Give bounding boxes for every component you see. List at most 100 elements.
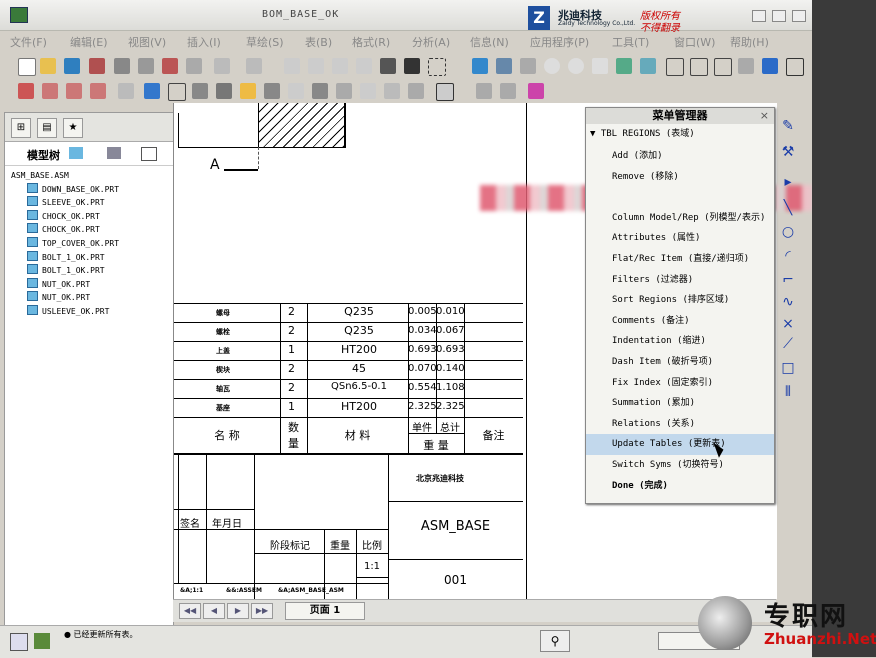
balloon-icon[interactable] bbox=[240, 83, 256, 99]
menu-item-remove[interactable]: Remove (移除) bbox=[586, 167, 774, 188]
insert-table-icon[interactable] bbox=[436, 83, 454, 101]
menu-item-relations[interactable]: Relations (关系) bbox=[586, 414, 774, 435]
paste-icon[interactable] bbox=[332, 58, 348, 74]
model-tree-tab[interactable]: ⊞ bbox=[11, 118, 31, 138]
print-icon[interactable] bbox=[89, 58, 105, 74]
menu-item-indentation[interactable]: Indentation (缩进) bbox=[586, 331, 774, 352]
layers-icon[interactable] bbox=[640, 58, 656, 74]
render-icon[interactable] bbox=[186, 58, 202, 74]
maximize-button[interactable] bbox=[772, 10, 786, 22]
next-page-icon[interactable]: ▶ bbox=[227, 603, 249, 619]
menu-insert[interactable]: 插入(I) bbox=[187, 34, 221, 50]
tree-root[interactable]: ASM_BASE.ASM bbox=[11, 169, 119, 183]
last-page-icon[interactable]: ▶▶ bbox=[251, 603, 273, 619]
symbol-icon[interactable] bbox=[384, 83, 400, 99]
mirror-icon[interactable]: ⫴ bbox=[780, 384, 796, 400]
draft-line-icon[interactable] bbox=[18, 83, 34, 99]
tree-item[interactable]: NUT_OK.PRT bbox=[11, 277, 119, 292]
detail-view-icon[interactable] bbox=[192, 83, 208, 99]
menu-item-done[interactable]: Done (完成) bbox=[586, 476, 774, 497]
sketch-tool-icon[interactable] bbox=[472, 58, 488, 74]
menu-view[interactable]: 视图(V) bbox=[128, 34, 166, 50]
menu-item-dash-item[interactable]: Dash Item (破折号项) bbox=[586, 352, 774, 373]
find-icon[interactable] bbox=[380, 58, 396, 74]
chain-icon[interactable]: ⚒ bbox=[780, 144, 796, 160]
menu-help[interactable]: 帮助(H) bbox=[730, 34, 769, 50]
menu-item-sort-regions[interactable]: Sort Regions (排序区域) bbox=[586, 290, 774, 311]
menu-item-summation[interactable]: Summation (累加) bbox=[586, 393, 774, 414]
menu-info[interactable]: 信息(N) bbox=[470, 34, 509, 50]
menu-table[interactable]: 表(B) bbox=[305, 34, 332, 50]
surface-finish-icon[interactable] bbox=[360, 83, 376, 99]
tbl-regions-header[interactable]: ▼ TBL REGIONS (表域) bbox=[590, 126, 695, 139]
point-icon[interactable]: × bbox=[780, 316, 796, 332]
browser-toggle-icon[interactable] bbox=[34, 633, 50, 649]
settings-icon[interactable] bbox=[107, 147, 121, 159]
select-box-icon[interactable] bbox=[428, 58, 446, 76]
display-icon[interactable] bbox=[69, 147, 83, 159]
menu-item-flat-rec[interactable]: Flat/Rec Item (直接/递归项) bbox=[586, 249, 774, 270]
menu-item-attributes[interactable]: Attributes (属性) bbox=[586, 228, 774, 249]
binoculars-icon[interactable] bbox=[404, 58, 420, 74]
trim-icon[interactable] bbox=[66, 83, 82, 99]
menu-format[interactable]: 格式(R) bbox=[352, 34, 390, 50]
select-arrow-icon[interactable]: ▸ bbox=[780, 174, 796, 190]
app-icon[interactable] bbox=[10, 7, 28, 23]
shading-icon[interactable] bbox=[738, 58, 754, 74]
table-icon[interactable] bbox=[216, 83, 232, 99]
edge-icon[interactable] bbox=[42, 83, 58, 99]
menu-item-switch-syms[interactable]: Switch Syms (切换符号) bbox=[586, 455, 774, 476]
datum-tag-icon[interactable] bbox=[336, 83, 352, 99]
appearance-icon[interactable] bbox=[762, 58, 778, 74]
menu-window[interactable]: 窗口(W) bbox=[674, 34, 715, 50]
menu-item-filters[interactable]: Filters (过滤器) bbox=[586, 270, 774, 291]
first-page-icon[interactable]: ◀◀ bbox=[179, 603, 201, 619]
minimize-button[interactable] bbox=[752, 10, 766, 22]
arc-icon[interactable]: ◜ bbox=[780, 248, 796, 264]
folder-browser-tab[interactable]: ▤ bbox=[37, 118, 57, 138]
hidden-line-icon[interactable] bbox=[690, 58, 708, 76]
tree-item[interactable]: CHOCK_OK.PRT bbox=[11, 223, 119, 237]
tree-item[interactable]: BOLT_1_OK.PRT bbox=[11, 250, 119, 265]
tree-item[interactable]: DOWN_BASE_OK.PRT bbox=[11, 182, 119, 197]
email-icon[interactable] bbox=[114, 58, 130, 74]
regenerate-icon[interactable] bbox=[138, 58, 154, 74]
hierarchy-icon[interactable] bbox=[500, 83, 516, 99]
menu-item-column-model[interactable]: Column Model/Rep (列模型/表示) bbox=[586, 208, 774, 229]
tree-item[interactable]: USLEEVE_OK.PRT bbox=[11, 304, 119, 319]
menu-item-update-tables[interactable]: Update Tables (更新表) bbox=[586, 434, 774, 455]
no-hidden-icon[interactable] bbox=[714, 58, 732, 76]
redo-icon[interactable] bbox=[246, 58, 262, 74]
new-file-icon[interactable] bbox=[18, 58, 36, 76]
close-icon[interactable]: × bbox=[760, 109, 769, 122]
circle-icon[interactable]: ○ bbox=[780, 224, 796, 240]
columns-icon[interactable] bbox=[141, 147, 157, 161]
gtol-icon[interactable] bbox=[408, 83, 424, 99]
axis-icon[interactable] bbox=[312, 83, 328, 99]
dimension-icon[interactable] bbox=[264, 83, 280, 99]
save-icon[interactable] bbox=[64, 58, 80, 74]
rectangle-icon[interactable]: □ bbox=[780, 360, 796, 376]
note-icon[interactable] bbox=[288, 83, 304, 99]
undo-icon[interactable] bbox=[214, 58, 230, 74]
open-folder-icon[interactable] bbox=[40, 58, 56, 74]
fillet-icon[interactable]: ⌐ bbox=[780, 272, 796, 288]
bom-table[interactable]: 螺母 2 Q235 0.005 0.010 螺栓 2 Q235 0.034 0.… bbox=[174, 303, 523, 454]
tree-item[interactable]: BOLT_1_OK.PRT bbox=[11, 264, 119, 278]
tree-item[interactable]: TOP_COVER_OK.PRT bbox=[11, 236, 119, 251]
zoom-out-icon[interactable] bbox=[568, 58, 584, 74]
menu-sketch[interactable]: 草绘(S) bbox=[246, 34, 284, 50]
datum-icon[interactable] bbox=[496, 58, 512, 74]
help-context-icon[interactable] bbox=[528, 83, 544, 99]
search-tool-icon[interactable]: ⚲ bbox=[540, 630, 570, 652]
tree-item[interactable]: NUT_OK.PRT bbox=[11, 291, 119, 305]
menu-file[interactable]: 文件(F) bbox=[10, 34, 47, 50]
repeat-region-icon[interactable] bbox=[476, 83, 492, 99]
tree-item[interactable]: SLEEVE_OK.PRT bbox=[11, 196, 119, 210]
view-icon[interactable] bbox=[168, 83, 186, 101]
menu-edit[interactable]: 编辑(E) bbox=[70, 34, 108, 50]
menu-item-hidden[interactable] bbox=[586, 187, 774, 208]
menu-analysis[interactable]: 分析(A) bbox=[412, 34, 450, 50]
delete-icon[interactable] bbox=[118, 83, 134, 99]
regenerate-drawing-icon[interactable] bbox=[144, 83, 160, 99]
